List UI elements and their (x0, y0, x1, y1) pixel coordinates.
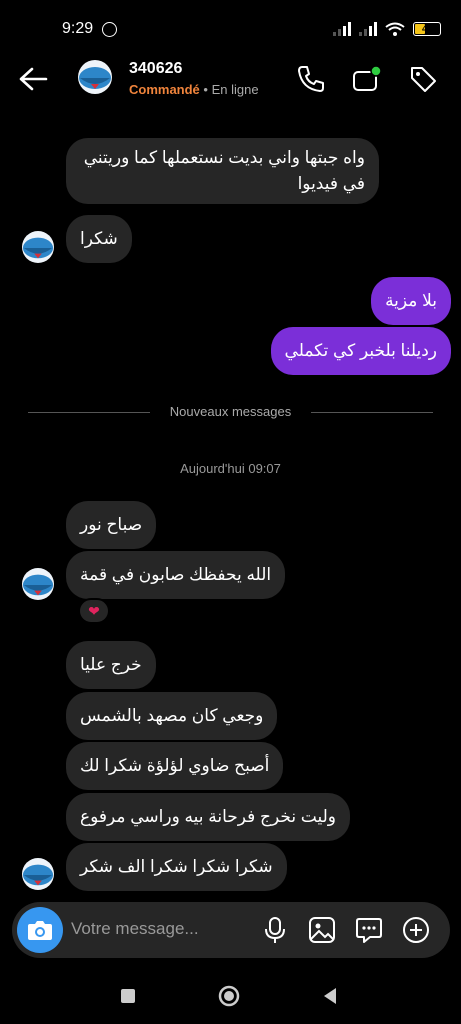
gallery-icon[interactable] (307, 915, 337, 945)
status-time: 9:29 (62, 20, 94, 37)
heart-reaction-icon[interactable]: ❤ (78, 598, 110, 624)
sticker-icon[interactable] (354, 915, 384, 945)
back-arrow-icon[interactable] (18, 66, 48, 92)
message-bubble-m2[interactable]: شكرا (66, 215, 132, 263)
tag-icon[interactable] (408, 64, 438, 94)
video-call-icon[interactable] (352, 64, 382, 94)
camera-button[interactable] (17, 907, 63, 953)
message-composer: Votre message... (12, 902, 450, 958)
message-bubble-m4[interactable]: رديلنا بلخبر كي تكملي (270, 327, 451, 375)
sender-avatar[interactable] (22, 568, 54, 600)
presence-label: En ligne (211, 82, 259, 97)
signal-icon (333, 22, 351, 36)
contact-subtitle: Commandé • En ligne (129, 82, 259, 97)
contact-name[interactable]: 340626 (129, 60, 182, 78)
message-bubble-m8[interactable]: وجعي كان مصهد بالشمس (66, 692, 278, 740)
microphone-icon[interactable] (260, 915, 290, 945)
previous-timestamp-cut (0, 97, 461, 103)
timestamp: Aujourd'hui 09:07 (180, 461, 281, 476)
phone-icon[interactable] (296, 64, 326, 94)
message-bubble-m7[interactable]: خرج عليا (66, 641, 156, 689)
message-bubble-m11[interactable]: شكرا شكرا شكرا الف شكر (66, 843, 287, 891)
message-bubble-m3[interactable]: بلا مزية (371, 277, 451, 325)
new-messages-label: Nouveaux messages (169, 404, 292, 419)
battery-icon: 40 (413, 22, 441, 36)
wifi-icon (385, 22, 405, 36)
system-nav-bar (0, 970, 461, 1024)
recent-apps-icon[interactable] (116, 984, 140, 1008)
battery-level: 40 (421, 24, 432, 34)
message-bubble-m10[interactable]: وليت نخرج فرحانة بيه وراسي مرفوع (66, 793, 350, 841)
sender-avatar[interactable] (22, 858, 54, 890)
signal-icon-2 (359, 22, 377, 36)
camera-icon (28, 921, 52, 940)
home-icon[interactable] (217, 984, 241, 1008)
status-bar: 9:29 40 (0, 0, 461, 58)
status-icons: 40 (333, 22, 441, 36)
contact-avatar[interactable] (78, 60, 112, 94)
message-bubble-m6[interactable]: الله يحفظك صابون في قمة (66, 551, 286, 599)
sync-icon (102, 22, 117, 37)
message-bubble-m5[interactable]: صباح نور (66, 501, 157, 549)
new-messages-divider: Nouveaux messages (28, 404, 433, 419)
message-bubble-m9[interactable]: أصبح ضاوي لؤلؤة شكرا لك (66, 742, 284, 790)
back-nav-icon[interactable] (318, 984, 342, 1008)
message-input[interactable]: Votre message... (71, 919, 199, 939)
ordered-label: Commandé (129, 82, 200, 97)
subtitle-separator: • (199, 82, 212, 97)
add-icon[interactable] (401, 915, 431, 945)
sender-avatar[interactable] (22, 231, 54, 263)
message-bubble-m1[interactable]: واه جبتها واني بديت نستعملها كما وريتني … (66, 138, 379, 204)
chat-header: 340626 Commandé • En ligne (0, 58, 461, 102)
